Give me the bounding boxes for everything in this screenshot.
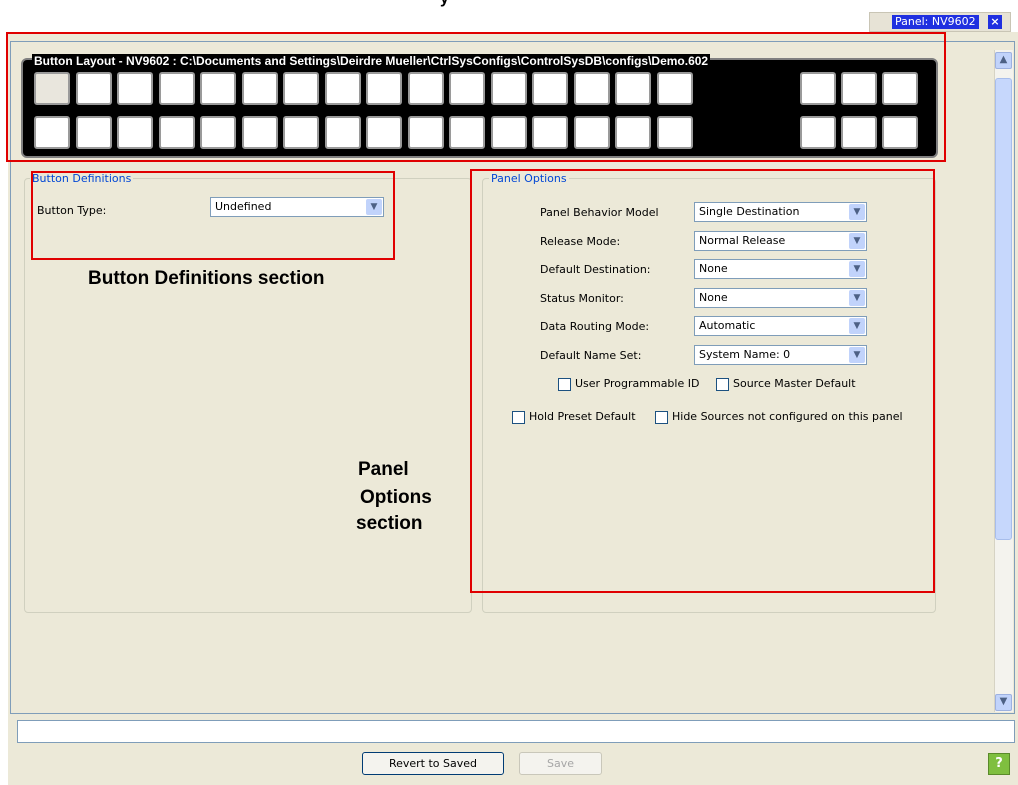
panel-options-annotation-line1: Panel [358,459,409,480]
scroll-up-icon[interactable]: ▲ [995,52,1012,69]
save-button[interactable]: Save [519,752,602,775]
button-definitions-annotation: Button Definitions section [88,268,325,289]
close-icon[interactable]: × [988,15,1002,29]
scroll-thumb[interactable] [995,78,1012,540]
cropped-heading-fragment: y [440,0,449,8]
annotation-box-button-layout [6,32,946,162]
vertical-scrollbar[interactable]: ▲ ▼ [994,50,1013,712]
revert-to-saved-button[interactable]: Revert to Saved [362,752,504,775]
top-strip [0,0,1018,32]
status-bar [17,720,1015,743]
annotation-box-panel-options [470,169,935,593]
panel-tab[interactable]: Panel: NV9602 × [869,12,1011,32]
help-icon[interactable]: ? [988,753,1010,775]
panel-options-annotation-line3: section [356,513,423,534]
scroll-down-icon[interactable]: ▼ [995,694,1012,711]
annotation-box-button-definitions [31,171,395,260]
panel-options-annotation-line2: Options [360,487,432,508]
panel-tab-label: Panel: NV9602 [892,15,979,29]
